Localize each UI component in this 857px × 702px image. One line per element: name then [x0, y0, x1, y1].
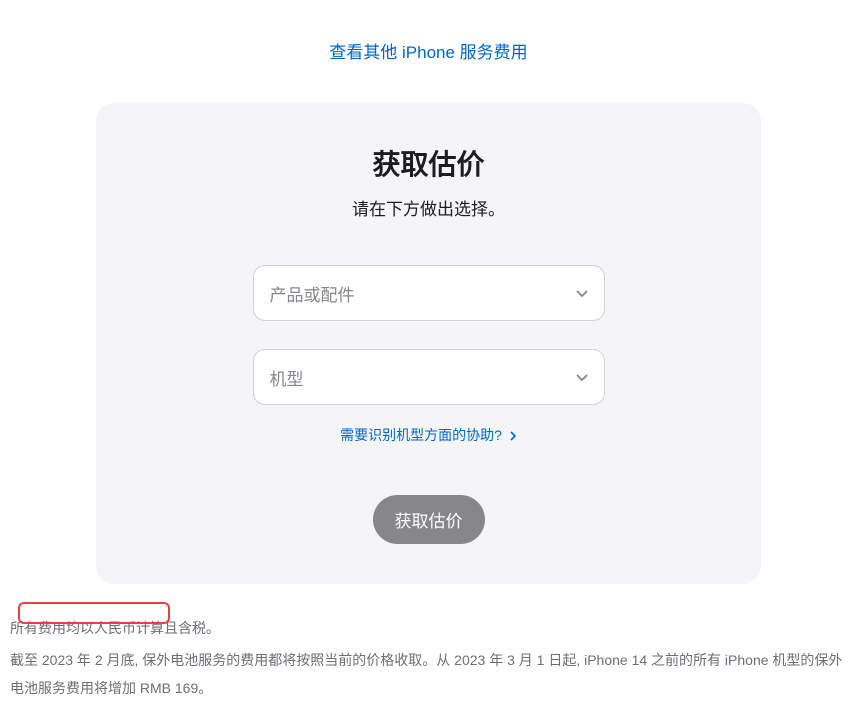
card-title: 获取估价: [146, 143, 711, 183]
model-select[interactable]: 机型: [253, 349, 605, 405]
model-select-wrapper: 机型: [253, 349, 605, 405]
product-select-wrapper: 产品或配件: [253, 265, 605, 321]
top-link-container: 查看其他 iPhone 服务费用: [0, 0, 857, 83]
footer-text: 所有费用均以人民币计算且含税。 截至 2023 年 2 月底, 保外电池服务的费…: [0, 584, 857, 702]
card-subtitle: 请在下方做出选择。: [146, 195, 711, 220]
product-select[interactable]: 产品或配件: [253, 265, 605, 321]
model-select-placeholder: 机型: [270, 365, 304, 390]
chevron-right-icon: [510, 428, 517, 444]
estimate-card: 获取估价 请在下方做出选择。 产品或配件 机型 需要识别机型方面的协助?: [96, 103, 761, 584]
other-services-link[interactable]: 查看其他 iPhone 服务费用: [329, 43, 527, 62]
product-select-placeholder: 产品或配件: [270, 281, 355, 306]
identify-model-help-link[interactable]: 需要识别机型方面的协助?: [340, 427, 517, 443]
footer-line-2: 截至 2023 年 2 月底, 保外电池服务的费用都将按照当前的价格收取。从 2…: [10, 646, 847, 702]
help-link-container: 需要识别机型方面的协助?: [146, 425, 711, 445]
get-estimate-button[interactable]: 获取估价: [373, 495, 485, 544]
help-link-label: 需要识别机型方面的协助?: [340, 427, 502, 443]
footer-line-1: 所有费用均以人民币计算且含税。: [10, 614, 847, 642]
